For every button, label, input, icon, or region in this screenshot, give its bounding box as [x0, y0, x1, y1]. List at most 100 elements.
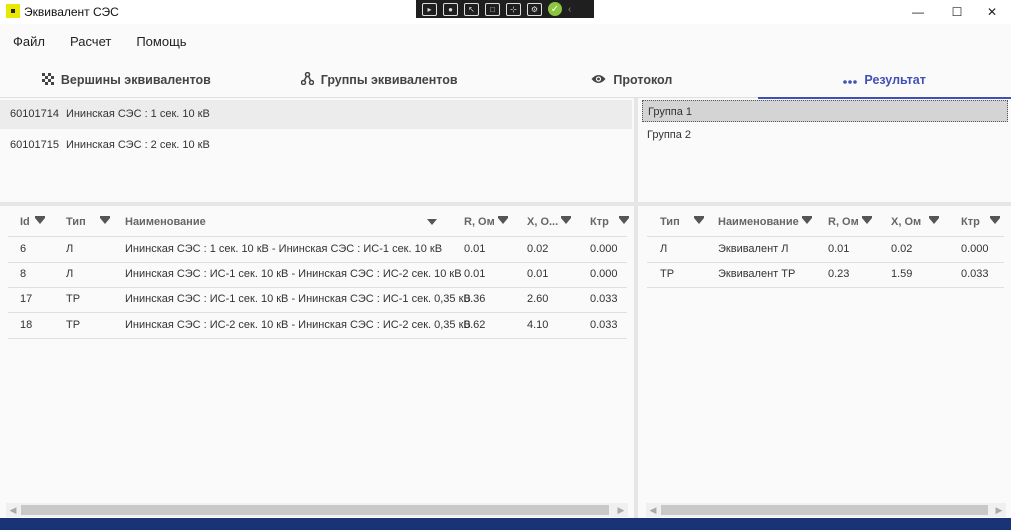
col-header-r[interactable]: R, Ом	[828, 207, 872, 237]
tab-bar: Вершины эквивалентов Группы эквивалентов…	[0, 62, 1011, 99]
cell-type: ТР	[660, 268, 675, 280]
tab-label: Протокол	[613, 73, 673, 87]
filter-icon[interactable]	[427, 219, 437, 225]
vertex-name: Ининская СЭС : 1 сек. 10 кВ	[65, 108, 210, 120]
cell-type: Л	[660, 243, 668, 255]
header-label: Тип	[66, 216, 86, 228]
cell-ktr: 0.033	[961, 268, 989, 280]
col-header-type[interactable]: Тип	[66, 207, 110, 237]
filter-icon[interactable]	[497, 216, 508, 225]
settings-icon[interactable]: ⚙	[527, 2, 542, 16]
branches-hscrollbar[interactable]: ◀ ▶	[6, 503, 628, 517]
cell-ktr: 0.000	[961, 243, 989, 255]
col-header-x[interactable]: X, Ом	[891, 207, 940, 237]
vertex-name: Ининская СЭС : 2 сек. 10 кВ	[65, 139, 210, 151]
remote-toolbar: ▸ ● ↖ □ ⊹ ⚙ ✓ ‹	[416, 0, 594, 18]
group-item[interactable]: Группа 1	[642, 100, 1008, 122]
filter-icon[interactable]	[561, 216, 572, 225]
maximize-button[interactable]: ☐	[940, 0, 974, 24]
tab-result[interactable]: Результат	[758, 62, 1011, 99]
cell-r: 0.23	[828, 268, 850, 280]
cell-ktr: 0.000	[590, 268, 618, 280]
header-label: R, Ом	[464, 216, 495, 228]
network-icon[interactable]: ⊹	[506, 2, 521, 16]
cell-ktr: 0.033	[590, 319, 618, 331]
cell-id: 18	[20, 319, 33, 331]
cell-ktr: 0.033	[590, 293, 618, 305]
cell-type: Л	[66, 243, 74, 255]
scroll-right-icon[interactable]: ▶	[992, 503, 1006, 517]
group-item[interactable]: Группа 2	[642, 124, 1008, 146]
filter-icon[interactable]	[989, 216, 1000, 225]
menu-calc[interactable]: Расчет	[70, 28, 111, 56]
col-header-r[interactable]: R, Ом	[464, 207, 508, 237]
chevron-left-icon[interactable]: ‹	[568, 4, 571, 15]
vertex-row[interactable]: 60101714 Ининская СЭС : 1 сек. 10 кВ	[0, 100, 632, 129]
col-header-ktr[interactable]: Ктр	[961, 207, 1000, 237]
cell-x: 0.02	[527, 243, 549, 255]
filter-icon[interactable]	[618, 216, 629, 225]
filter-icon[interactable]	[801, 216, 812, 225]
scroll-right-icon[interactable]: ▶	[614, 503, 628, 517]
row-divider	[647, 287, 1004, 288]
vertex-id: 60101715	[10, 139, 59, 151]
scrollbar-thumb[interactable]	[21, 505, 609, 515]
cell-name: Эквивалент Л	[718, 243, 789, 255]
scrollbar-thumb[interactable]	[661, 505, 988, 515]
scroll-left-icon[interactable]: ◀	[646, 503, 660, 517]
filter-icon[interactable]	[929, 216, 940, 225]
col-header-type[interactable]: Тип	[660, 207, 704, 237]
menu-help[interactable]: Помощь	[136, 28, 186, 56]
fit-screen-icon[interactable]: □	[485, 2, 500, 16]
col-header-x[interactable]: X, О...	[527, 207, 572, 237]
cell-ktr: 0.000	[590, 243, 618, 255]
ellipsis-icon	[843, 73, 858, 87]
screen-share-icon[interactable]: ▸	[422, 2, 437, 16]
vertex-row[interactable]: 60101715 Ининская СЭС : 2 сек. 10 кВ	[0, 131, 632, 160]
cell-r: 0.01	[828, 243, 850, 255]
camera-icon[interactable]: ●	[443, 2, 458, 16]
col-header-ktr[interactable]: Ктр	[590, 207, 629, 237]
result-hscrollbar[interactable]: ◀ ▶	[646, 503, 1006, 517]
tab-protocol[interactable]: Протокол	[506, 62, 759, 98]
menu-file[interactable]: Файл	[13, 28, 45, 56]
cell-id: 17	[20, 293, 33, 305]
tab-label: Группы эквивалентов	[320, 73, 458, 87]
horizontal-splitter[interactable]	[0, 202, 1011, 206]
tab-vertices[interactable]: Вершины эквивалентов	[0, 62, 253, 98]
cell-r: 0.01	[464, 243, 486, 255]
window-title: Эквивалент СЭС	[24, 5, 119, 19]
filter-icon[interactable]	[861, 216, 872, 225]
cell-r: 0.01	[464, 268, 486, 280]
filter-icon[interactable]	[693, 216, 704, 225]
cell-name: Ининская СЭС : 1 сек. 10 кВ - Ининская С…	[125, 243, 443, 255]
pointer-icon[interactable]: ↖	[464, 2, 479, 16]
vertical-splitter[interactable]	[634, 98, 638, 518]
header-label: Наименование	[718, 216, 799, 228]
app-icon	[6, 4, 20, 18]
col-header-id[interactable]: Id	[20, 207, 45, 237]
cell-x: 0.01	[527, 268, 549, 280]
header-label: X, О...	[527, 216, 559, 228]
filter-icon[interactable]	[99, 216, 110, 225]
cell-id: 8	[20, 268, 27, 280]
close-button[interactable]: ✕	[975, 0, 1009, 24]
cell-name: Ининская СЭС : ИС-2 сек. 10 кВ - Ининска…	[125, 319, 471, 331]
connected-check-icon: ✓	[548, 2, 562, 16]
row-divider	[647, 262, 1004, 263]
cell-name: Эквивалент ТР	[718, 268, 796, 280]
tree-nodes-icon	[300, 71, 314, 88]
cell-x: 0.02	[891, 243, 913, 255]
tab-groups[interactable]: Группы эквивалентов	[253, 62, 506, 98]
cell-x: 1.59	[891, 268, 913, 280]
cell-r: 0.36	[464, 293, 486, 305]
minimize-button[interactable]: —	[901, 0, 935, 24]
filter-icon[interactable]	[34, 216, 45, 225]
col-header-name[interactable]: Наименование	[718, 207, 812, 237]
col-header-name[interactable]: Наименование	[125, 207, 206, 237]
dots-grid-icon	[41, 72, 54, 88]
row-divider	[8, 338, 627, 339]
cell-id: 6	[20, 243, 27, 255]
header-label: X, Ом	[891, 216, 922, 228]
scroll-left-icon[interactable]: ◀	[6, 503, 20, 517]
